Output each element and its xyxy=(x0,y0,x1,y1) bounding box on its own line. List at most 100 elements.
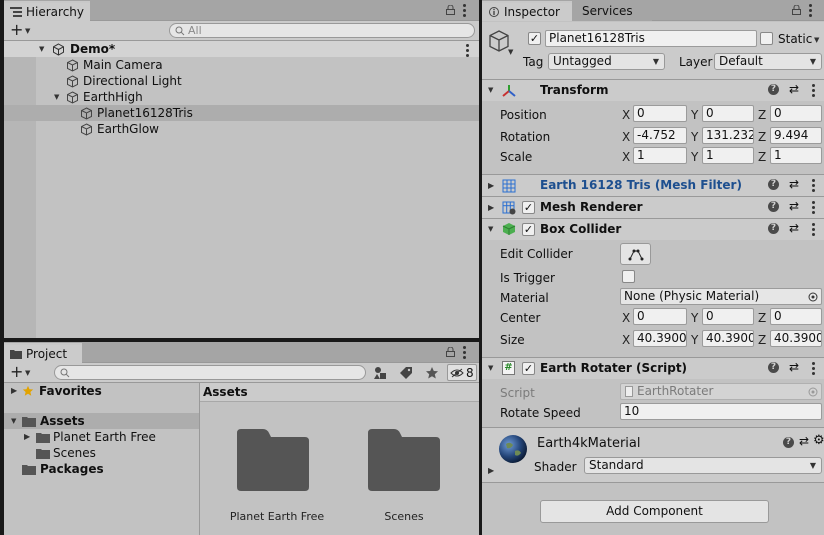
expand-arrow-icon[interactable]: ▼ xyxy=(54,89,59,105)
sidebar-item-assets[interactable]: ▼ Assets xyxy=(4,413,199,429)
expand-arrow-icon[interactable]: ▶ xyxy=(24,429,30,445)
component-menu-icon[interactable] xyxy=(812,201,815,216)
expand-arrow-icon[interactable]: ▼ xyxy=(11,413,16,429)
add-component-button[interactable]: Add Component xyxy=(540,500,769,523)
asset-folder-tile[interactable]: Scenes xyxy=(354,426,454,526)
center-x-input[interactable]: 0 xyxy=(633,308,687,325)
expand-arrow-icon[interactable]: ▼ xyxy=(488,364,493,372)
size-x-input[interactable]: 40.39000 xyxy=(633,330,687,347)
chevron-down-icon[interactable]: ▼ xyxy=(25,27,30,35)
lock-icon[interactable] xyxy=(446,347,455,357)
object-name-input[interactable]: Planet16128Tris xyxy=(545,30,757,47)
expand-arrow-icon[interactable]: ▶ xyxy=(488,203,494,212)
layer-dropdown[interactable]: Default ▼ xyxy=(714,53,822,70)
gear-icon[interactable]: ⚙ xyxy=(813,433,824,448)
tab-services[interactable]: Services xyxy=(572,0,652,21)
expand-arrow-icon[interactable]: ▶ xyxy=(11,383,17,399)
create-asset-button[interactable]: + xyxy=(10,364,23,380)
scale-z-input[interactable]: 1 xyxy=(770,147,822,164)
sidebar-item-folder[interactable]: ▶ Planet Earth Free xyxy=(4,429,199,445)
box-collider-enabled-checkbox[interactable]: ✓ xyxy=(522,223,535,236)
mesh-renderer-header[interactable]: ▶ ✓ Mesh Renderer ? ⇄ xyxy=(482,196,824,218)
hidden-packages-toggle[interactable]: 8 xyxy=(447,364,477,381)
component-menu-icon[interactable] xyxy=(812,362,815,377)
help-icon[interactable]: ? xyxy=(768,179,779,190)
help-icon[interactable]: ? xyxy=(768,362,779,373)
scale-x-input[interactable]: 1 xyxy=(633,147,687,164)
size-z-input[interactable]: 40.39000 xyxy=(770,330,822,347)
help-icon[interactable]: ? xyxy=(768,201,779,212)
hierarchy-item-selected[interactable]: Planet16128Tris xyxy=(4,105,479,121)
filter-by-type-icon[interactable] xyxy=(373,366,387,380)
rotation-z-input[interactable]: 9.494 xyxy=(770,127,822,144)
expand-arrow-icon[interactable]: ▶ xyxy=(488,181,494,190)
breadcrumb[interactable]: Assets xyxy=(203,385,248,399)
inspector-menu-icon[interactable] xyxy=(809,4,812,19)
sidebar-item-folder[interactable]: Scenes xyxy=(4,445,199,461)
hierarchy-item[interactable]: Directional Light xyxy=(4,73,479,89)
component-menu-icon[interactable] xyxy=(812,84,815,99)
sidebar-item-packages[interactable]: Packages xyxy=(4,461,199,477)
hierarchy-item[interactable]: ▼ EarthHigh xyxy=(4,89,479,105)
scale-y-input[interactable]: 1 xyxy=(702,147,754,164)
preset-icon[interactable]: ⇄ xyxy=(789,360,799,374)
preset-icon[interactable]: ⇄ xyxy=(789,199,799,213)
static-checkbox[interactable] xyxy=(760,32,773,45)
rotation-y-input[interactable]: 131.232 xyxy=(702,127,754,144)
rotation-x-input[interactable]: -4.752 xyxy=(633,127,687,144)
tag-dropdown[interactable]: Untagged ▼ xyxy=(548,53,665,70)
position-y-input[interactable]: 0 xyxy=(702,105,754,122)
expand-arrow-icon[interactable]: ▼ xyxy=(488,86,493,94)
help-icon[interactable]: ? xyxy=(768,84,779,95)
chevron-down-icon[interactable]: ▼ xyxy=(25,369,30,377)
mesh-renderer-enabled-checkbox[interactable]: ✓ xyxy=(522,201,535,214)
center-y-input[interactable]: 0 xyxy=(702,308,754,325)
project-search-input[interactable] xyxy=(54,365,366,380)
sidebar-item-favorites[interactable]: ▶ Favorites xyxy=(4,383,199,399)
preset-icon[interactable]: ⇄ xyxy=(789,221,799,235)
script-header[interactable]: ▼ # ✓ Earth Rotater (Script) ? ⇄ xyxy=(482,357,824,379)
active-checkbox[interactable]: ✓ xyxy=(528,32,541,45)
transform-header[interactable]: ▼ Transform ? ⇄ xyxy=(482,79,824,101)
project-splitter[interactable] xyxy=(199,383,200,535)
filter-by-label-icon[interactable] xyxy=(399,366,413,380)
expand-arrow-icon[interactable]: ▼ xyxy=(488,225,493,233)
tab-inspector[interactable]: Inspector xyxy=(482,1,572,21)
hierarchy-menu-icon[interactable] xyxy=(463,4,466,19)
add-object-button[interactable]: + xyxy=(10,22,23,38)
box-collider-header[interactable]: ▼ ✓ Box Collider ? ⇄ xyxy=(482,218,824,240)
object-picker-icon[interactable] xyxy=(808,292,818,302)
script-enabled-checkbox[interactable]: ✓ xyxy=(522,362,535,375)
preset-icon[interactable]: ⇄ xyxy=(789,82,799,96)
gameobject-large-icon[interactable] xyxy=(488,30,510,52)
shader-dropdown[interactable]: Standard ▼ xyxy=(584,457,822,474)
project-menu-icon[interactable] xyxy=(463,346,466,361)
rotate-speed-input[interactable]: 10 xyxy=(620,403,822,420)
hierarchy-item[interactable]: EarthGlow xyxy=(4,121,479,137)
hierarchy-item[interactable]: Main Camera xyxy=(4,57,479,73)
preset-icon[interactable]: ⇄ xyxy=(789,177,799,191)
size-y-input[interactable]: 40.39000 xyxy=(702,330,754,347)
asset-folder-tile[interactable]: Planet Earth Free xyxy=(222,426,324,526)
preset-icon[interactable]: ⇄ xyxy=(799,434,809,448)
help-icon[interactable]: ? xyxy=(768,223,779,234)
center-z-input[interactable]: 0 xyxy=(770,308,822,325)
hierarchy-search-input[interactable]: All xyxy=(169,23,475,38)
component-menu-icon[interactable] xyxy=(812,179,815,194)
chevron-down-icon[interactable]: ▼ xyxy=(814,36,819,44)
chevron-down-icon[interactable]: ▼ xyxy=(508,48,513,56)
is-trigger-checkbox[interactable] xyxy=(622,270,635,283)
expand-arrow-icon[interactable]: ▼ xyxy=(39,41,44,57)
expand-arrow-icon[interactable]: ▶ xyxy=(488,466,494,475)
lock-icon[interactable] xyxy=(446,5,455,15)
position-x-input[interactable]: 0 xyxy=(633,105,687,122)
physic-material-field[interactable]: None (Physic Material) xyxy=(620,288,822,305)
tab-project[interactable]: Project xyxy=(4,343,82,363)
mesh-filter-header[interactable]: ▶ Earth 16128 Tris (Mesh Filter) ? ⇄ xyxy=(482,174,824,196)
tab-hierarchy[interactable]: Hierarchy xyxy=(4,1,90,21)
component-menu-icon[interactable] xyxy=(812,223,815,238)
favorite-star-icon[interactable] xyxy=(425,366,439,380)
scene-row[interactable]: ▼ Demo* xyxy=(4,41,479,57)
position-z-input[interactable]: 0 xyxy=(770,105,822,122)
edit-collider-button[interactable] xyxy=(620,243,651,265)
